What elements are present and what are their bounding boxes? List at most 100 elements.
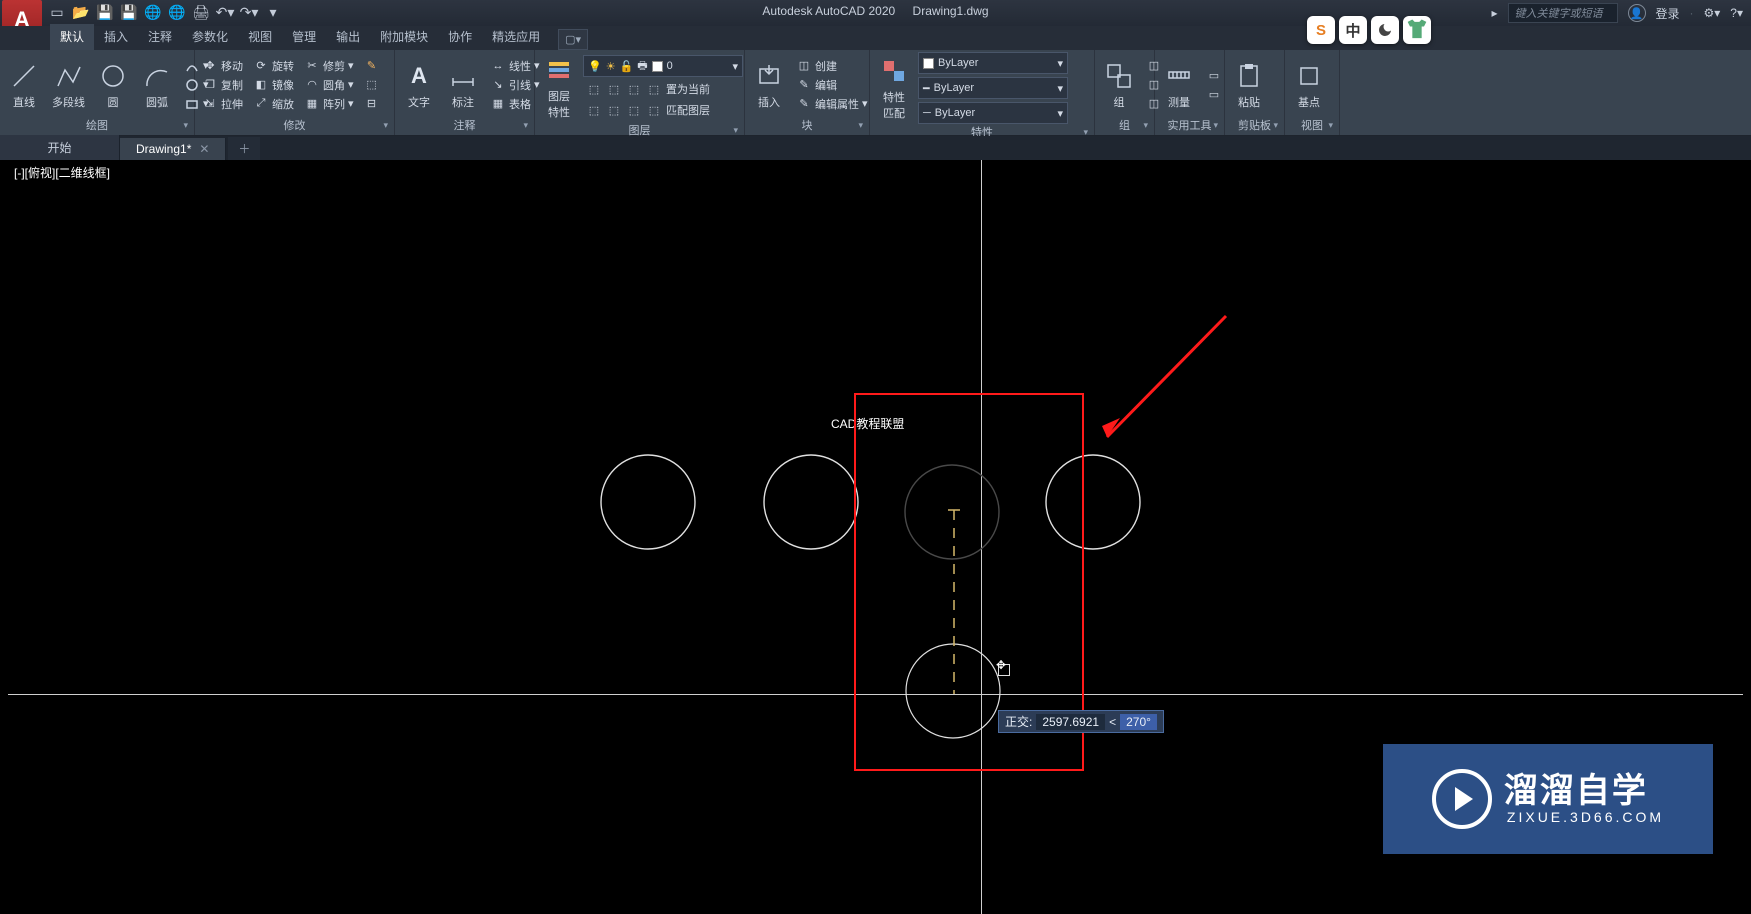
dyn-angle: 270° — [1120, 714, 1157, 730]
block-edit-button[interactable]: ✎编辑 — [793, 76, 871, 94]
polyline-button[interactable]: 多段线 — [48, 58, 89, 112]
panel-viewbase: 基点 视图 ▾ — [1285, 50, 1340, 135]
close-tab-icon[interactable]: ✕ — [199, 142, 209, 156]
exchange-icon[interactable]: ⚙▾ — [1704, 6, 1721, 20]
qat-new-icon[interactable]: ▭ — [48, 3, 66, 21]
doc-tab-bar: 开始 Drawing1* ✕ ＋ — [0, 136, 1751, 160]
qat-undo-icon[interactable]: ↶▾ — [216, 3, 234, 21]
util-extra-1[interactable]: ▭ — [1203, 66, 1225, 84]
menu-tab-default[interactable]: 默认 — [50, 24, 94, 50]
menu-tab-collab[interactable]: 协作 — [438, 24, 482, 50]
layer-props-button[interactable]: 图层 特性 — [539, 52, 579, 122]
menu-tab-insert[interactable]: 插入 — [94, 24, 138, 50]
panel-draw: 直线 多段线 圆 圆弧 ▾ ▾ ▾ 绘图▾ — [0, 50, 195, 135]
panel-drop-icon[interactable]: ▾ — [523, 120, 528, 131]
dynamic-input[interactable]: 正交: 2597.6921 < 270° — [998, 710, 1164, 733]
group-button[interactable]: 组 — [1099, 58, 1139, 112]
qat-open-icon[interactable]: 📂 — [72, 3, 90, 21]
block-create-button[interactable]: ◫创建 — [793, 57, 871, 75]
menu-tab-parametric[interactable]: 参数化 — [182, 24, 238, 50]
line-button[interactable]: 直线 — [4, 58, 44, 112]
menu-tab-featured[interactable]: 精选应用 — [482, 24, 550, 50]
panel-blocks: 插入 ◫创建 ✎编辑 ✎编辑属性 ▾ 块 ▾ — [745, 50, 870, 135]
panel-title-clip: 剪贴板 — [1238, 120, 1271, 132]
qat-redo-icon[interactable]: ↷▾ — [240, 3, 258, 21]
scale-button[interactable]: ⤢缩放 — [250, 95, 297, 113]
qat-save-icon[interactable]: 💾 — [96, 3, 114, 21]
layer-tools-row[interactable]: ⬚⬚⬚⬚ 置为当前 — [583, 80, 743, 98]
trim-button[interactable]: ✂修剪 ▾ — [301, 57, 357, 75]
menu-overflow-icon[interactable]: ▢▾ — [558, 29, 588, 50]
panel-drop-icon[interactable]: ▾ — [1273, 120, 1278, 131]
rotate-button[interactable]: ⟳旋转 — [250, 57, 297, 75]
dim-button[interactable]: 标注 — [443, 58, 483, 112]
paste-button[interactable]: 粘贴 — [1229, 58, 1269, 112]
panel-utils: 测量 ▭ ▭ 实用工具▾ — [1155, 50, 1225, 135]
layer-match-row[interactable]: ⬚⬚⬚⬚ 匹配图层 — [583, 101, 743, 119]
watermark-play-icon — [1432, 769, 1492, 829]
modify-extra-1[interactable]: ✎ — [361, 57, 383, 75]
qat-web-open-icon[interactable]: 🌐 — [144, 3, 162, 21]
modify-extra-2[interactable]: ⬚ — [361, 76, 383, 94]
menu-tab-addins[interactable]: 附加模块 — [370, 24, 438, 50]
modify-extra-3[interactable]: ⊟ — [361, 95, 383, 113]
text-button[interactable]: A文字 — [399, 58, 439, 112]
block-attr-button[interactable]: ✎编辑属性 ▾ — [793, 95, 871, 113]
lineweight-combo[interactable]: ━ByLayer▾ — [918, 77, 1068, 99]
user-avatar-icon[interactable]: 👤 — [1628, 4, 1646, 22]
base-view-button[interactable]: 基点 — [1289, 58, 1329, 112]
help-icon[interactable]: ?▾ — [1730, 6, 1743, 20]
file-name: Drawing1.dwg — [913, 4, 989, 18]
ime-badge-lang[interactable]: 中 — [1339, 16, 1367, 44]
qat-saveas-icon[interactable]: 💾 — [120, 3, 138, 21]
move-button[interactable]: ✥移动 — [199, 57, 246, 75]
search-input[interactable]: 键入关键字或短语 — [1508, 3, 1618, 23]
stretch-button[interactable]: ⇲拉伸 — [199, 95, 246, 113]
circle-button[interactable]: 圆 — [93, 58, 133, 112]
panel-drop-icon[interactable]: ▾ — [1143, 120, 1148, 131]
panel-title-blocks: 块 — [802, 120, 813, 132]
linetype-combo[interactable]: ─ByLayer▾ — [918, 102, 1068, 124]
new-tab-button[interactable]: ＋ — [228, 137, 260, 160]
panel-drop-icon[interactable]: ▾ — [733, 125, 738, 136]
fillet-button[interactable]: ◠圆角 ▾ — [301, 76, 357, 94]
panel-clipboard: 粘贴 剪贴板▾ — [1225, 50, 1285, 135]
doc-tab-drawing1[interactable]: Drawing1* ✕ — [120, 138, 226, 160]
qat-web-save-icon[interactable]: 🌐 — [168, 3, 186, 21]
ime-badge-s[interactable]: S — [1307, 16, 1335, 44]
info-center-arrow-icon[interactable]: ▸ — [1491, 6, 1497, 20]
qat-dropdown-icon[interactable]: ▾ — [264, 3, 282, 21]
insert-block-button[interactable]: 插入 — [749, 58, 789, 112]
measure-button[interactable]: 测量 — [1159, 58, 1199, 112]
arc-button[interactable]: 圆弧 — [137, 58, 177, 112]
panel-title-utils: 实用工具 — [1168, 120, 1212, 132]
panel-drop-icon[interactable]: ▾ — [383, 120, 388, 131]
menu-tab-manage[interactable]: 管理 — [282, 24, 326, 50]
color-combo[interactable]: ByLayer▾ — [918, 52, 1068, 74]
qat-print-icon[interactable]: 🖨 — [192, 3, 210, 21]
layer-combo[interactable]: 💡☀🔓🖶 0 ▾ — [583, 55, 743, 77]
copy-button[interactable]: ❐复制 — [199, 76, 246, 94]
drawing-viewport[interactable]: [-][俯视][二维线框] CAD教程联盟 ✥ 正交: 2597.6921 < … — [8, 160, 1743, 914]
menu-tab-output[interactable]: 输出 — [326, 24, 370, 50]
app-name: Autodesk AutoCAD 2020 — [762, 4, 895, 18]
menu-tab-annotate[interactable]: 注释 — [138, 24, 182, 50]
skin-badge-shirt-icon[interactable] — [1403, 16, 1431, 44]
dyn-prefix: 正交: — [1005, 713, 1032, 730]
util-extra-2[interactable]: ▭ — [1203, 85, 1225, 103]
mirror-button[interactable]: ◧镜像 — [250, 76, 297, 94]
panel-drop-icon[interactable]: ▾ — [1328, 120, 1333, 131]
panel-title-annotate: 注释 — [454, 120, 476, 132]
panel-drop-icon[interactable]: ▾ — [1213, 120, 1218, 131]
panel-drop-icon[interactable]: ▾ — [858, 120, 863, 131]
panel-drop-icon[interactable]: ▾ — [183, 120, 188, 131]
match-props-button[interactable]: 特性 匹配 — [874, 53, 914, 123]
cursor-move-arrows-icon: ✥ — [996, 658, 1006, 672]
menu-tab-view[interactable]: 视图 — [238, 24, 282, 50]
doc-tab-start[interactable]: 开始 — [0, 135, 120, 160]
panel-title-viewbase: 视图 — [1301, 120, 1323, 132]
array-button[interactable]: ▦阵列 ▾ — [301, 95, 357, 113]
panel-layers: 图层 特性 💡☀🔓🖶 0 ▾ ⬚⬚⬚⬚ 置为当前 ⬚⬚⬚⬚ 匹配图层 图层▾ — [535, 50, 745, 135]
theme-badge-moon-icon[interactable] — [1371, 16, 1399, 44]
login-label[interactable]: 登录 — [1656, 5, 1680, 22]
